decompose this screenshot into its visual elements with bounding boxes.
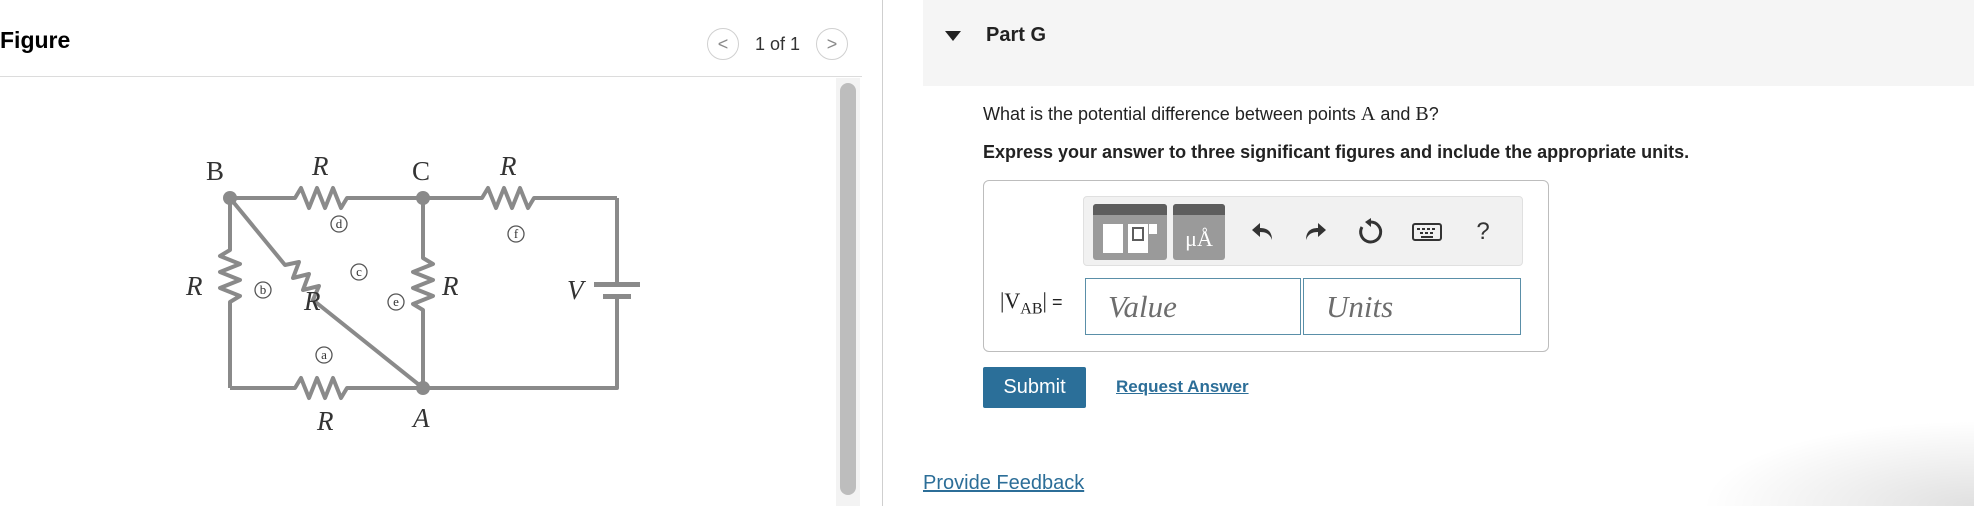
equals-sign: = bbox=[1046, 292, 1063, 312]
help-icon[interactable]: ? bbox=[1466, 215, 1500, 249]
figure-title: Figure bbox=[0, 27, 71, 53]
point-a: A bbox=[1360, 103, 1376, 125]
undo-icon[interactable] bbox=[1246, 215, 1280, 249]
point-b: B bbox=[1415, 103, 1429, 125]
resistor-d-label: R bbox=[311, 151, 329, 181]
var-subscript: AB bbox=[1020, 300, 1043, 318]
value-input[interactable] bbox=[1085, 278, 1301, 335]
app-root: Figure < 1 of 1 > B C A R R R R R R V d … bbox=[0, 0, 1974, 506]
resistor-f bbox=[423, 186, 617, 210]
resistor-a-label: R bbox=[316, 406, 334, 436]
resistor-e-label: R bbox=[441, 271, 459, 301]
figure-separator bbox=[0, 76, 862, 77]
fraction-template-icon bbox=[1103, 224, 1157, 253]
next-figure-button[interactable]: > bbox=[816, 28, 849, 60]
resistor-b-label: R bbox=[185, 271, 203, 301]
part-title: Part G bbox=[986, 24, 1047, 46]
collapse-caret-icon[interactable] bbox=[945, 31, 961, 41]
resistor-b bbox=[218, 198, 242, 388]
units-template-button[interactable]: μÅ bbox=[1173, 204, 1225, 260]
resistor-f-label: R bbox=[499, 151, 517, 181]
redo-icon[interactable] bbox=[1298, 215, 1332, 249]
figure-page-indicator: 1 of 1 bbox=[755, 33, 801, 54]
resistor-d bbox=[230, 186, 423, 210]
battery-label: V bbox=[567, 275, 587, 305]
math-toolbar: μÅ ? bbox=[1083, 196, 1523, 266]
marker-e: e bbox=[393, 294, 399, 309]
figure-pager: < 1 of 1 > bbox=[707, 28, 849, 60]
part-header[interactable] bbox=[923, 0, 1974, 86]
node-c-label: C bbox=[412, 156, 430, 186]
marker-a: a bbox=[321, 347, 327, 362]
question-text: What is the potential difference between… bbox=[983, 103, 1439, 126]
circuit-diagram: B C A R R R R R R V d b c e f a bbox=[185, 151, 640, 436]
resistor-e bbox=[411, 198, 435, 388]
right-wire-bottom bbox=[423, 297, 619, 390]
node-c-dot bbox=[416, 191, 430, 205]
question-and: and bbox=[1375, 104, 1416, 124]
question-suffix: ? bbox=[1428, 104, 1439, 124]
marker-b: b bbox=[260, 282, 267, 297]
chevron-left-icon: < bbox=[717, 33, 729, 54]
request-answer-link[interactable]: Request Answer bbox=[1116, 377, 1249, 397]
corner-shadow bbox=[1700, 420, 1974, 506]
marker-d: d bbox=[336, 216, 343, 231]
prev-figure-button[interactable]: < bbox=[707, 28, 739, 60]
marker-c: c bbox=[356, 264, 362, 279]
provide-feedback-link[interactable]: Provide Feedback bbox=[923, 472, 1084, 495]
instruction-text: Express your answer to three significant… bbox=[983, 142, 1690, 162]
answer-variable-label: |VAB| = bbox=[1000, 288, 1062, 318]
figure-panel: Figure < 1 of 1 > B C A R R R R R R V d … bbox=[0, 0, 880, 506]
marker-f: f bbox=[514, 226, 519, 241]
battery bbox=[594, 282, 640, 299]
question-prefix: What is the potential difference between… bbox=[983, 104, 1361, 124]
chevron-right-icon: > bbox=[826, 33, 838, 54]
panel-divider bbox=[882, 0, 883, 506]
keyboard-icon[interactable] bbox=[1410, 215, 1444, 249]
var-open: |V bbox=[1000, 288, 1021, 313]
node-b-label: B bbox=[206, 156, 224, 186]
reset-icon[interactable] bbox=[1354, 215, 1388, 249]
node-a-dot bbox=[416, 381, 430, 395]
resistor-a bbox=[230, 376, 423, 400]
units-input[interactable] bbox=[1303, 278, 1521, 335]
templates-button[interactable] bbox=[1093, 204, 1167, 260]
resistor-c-label: R bbox=[303, 286, 321, 316]
submit-button[interactable]: Submit bbox=[983, 367, 1086, 408]
units-template-label: μÅ bbox=[1185, 226, 1213, 251]
node-a-label: A bbox=[411, 403, 430, 433]
figure-scrollbar-thumb[interactable] bbox=[840, 83, 856, 495]
node-b-dot bbox=[223, 191, 237, 205]
